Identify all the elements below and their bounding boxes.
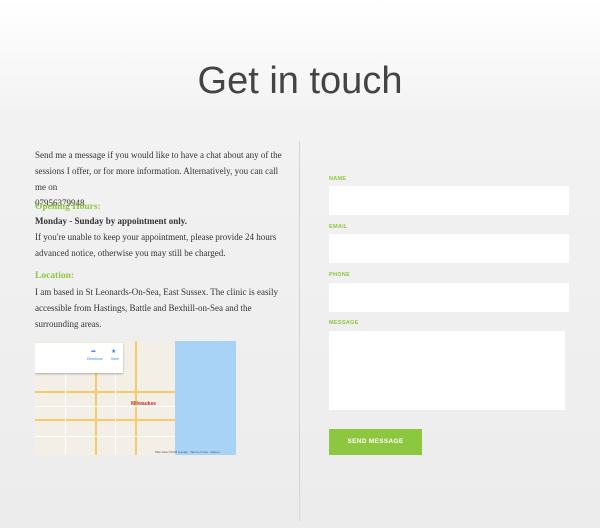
map-city-label: Milwaukee (131, 401, 157, 407)
send-message-button[interactable]: SEND MESSAGE (329, 429, 422, 455)
phone-field[interactable] (329, 283, 569, 312)
page-title: Get in touch (197, 60, 403, 102)
message-field[interactable] (329, 331, 565, 410)
opening-hours-note: If you're unable to keep your appointmen… (35, 232, 277, 258)
directions-label[interactable]: Directions (87, 357, 103, 361)
location-heading: Location: (35, 271, 75, 281)
email-field[interactable] (329, 234, 569, 263)
message-label: MESSAGE (329, 320, 359, 326)
map-info-card: ➦ Directions ★ Save (35, 343, 123, 373)
save-label[interactable]: Save (111, 357, 119, 361)
opening-hours-days: Monday - Sunday by appointment only. (35, 216, 188, 226)
intro-text: Send me a message if you would like to h… (35, 150, 282, 192)
email-label: EMAIL (329, 224, 348, 230)
map-footer: Map data ©2018 Google · Terms of Use · R… (155, 450, 220, 454)
phone-label: PHONE (329, 272, 351, 278)
opening-hours-heading: Opening Hours: (35, 202, 101, 212)
name-field[interactable] (329, 186, 569, 215)
location-text: I am based in St Leonards-On-Sea, East S… (35, 287, 279, 329)
directions-icon[interactable]: ➦ (91, 348, 96, 355)
lake-area (175, 341, 236, 455)
name-label: NAME (329, 176, 347, 182)
location-map[interactable]: ➦ Directions ★ Save Milwaukee Map data ©… (35, 341, 236, 455)
contact-info: Send me a message if you would like to h… (35, 147, 285, 332)
save-star-icon[interactable]: ★ (111, 348, 116, 355)
column-divider (299, 141, 300, 521)
